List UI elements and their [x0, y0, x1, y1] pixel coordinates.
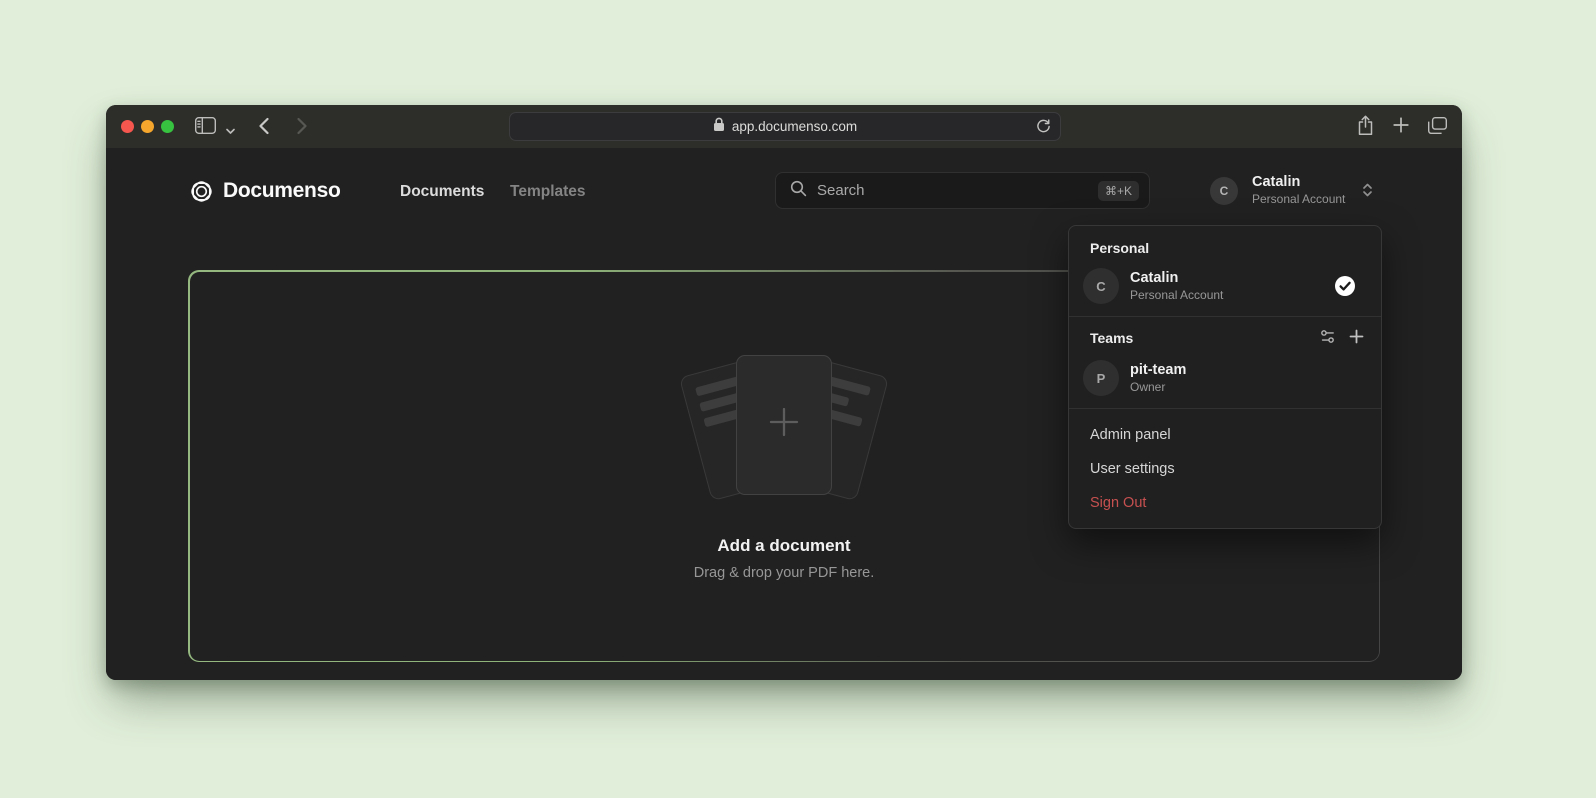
- account-subtitle: Personal Account: [1252, 192, 1345, 206]
- personal-section-label: Personal: [1069, 235, 1381, 265]
- chevron-up-down-icon[interactable]: [1361, 182, 1374, 203]
- search-input[interactable]: [817, 182, 1088, 199]
- dropzone-subtitle: Drag & drop your PDF here.: [694, 565, 875, 581]
- refresh-icon: [1036, 119, 1051, 137]
- back-button[interactable]: [258, 117, 270, 138]
- forward-chevron-icon: [296, 117, 308, 138]
- search-box[interactable]: ⌘+K: [775, 172, 1150, 209]
- menu-item-sign-out[interactable]: Sign Out: [1069, 486, 1381, 520]
- account-avatar[interactable]: C: [1210, 177, 1238, 205]
- sidebar-toggle-button[interactable]: [195, 117, 216, 137]
- search-icon: [790, 180, 807, 202]
- plus-icon: [1349, 329, 1364, 347]
- menu-item-admin-panel[interactable]: Admin panel: [1069, 418, 1381, 452]
- menu-divider: [1069, 408, 1381, 409]
- minimize-window-button[interactable]: [141, 120, 154, 133]
- dropzone-title: Add a document: [717, 536, 850, 556]
- teams-section-label: Teams: [1090, 330, 1133, 346]
- browser-toolbar: app.documenso.com: [106, 105, 1462, 148]
- brand-wordmark[interactable]: Documenso: [223, 179, 341, 203]
- personal-account-item[interactable]: C Catalin Personal Account: [1069, 265, 1381, 315]
- selected-check-icon: [1334, 275, 1356, 297]
- chevron-down-icon: [226, 123, 235, 138]
- search-shortcut-badge: ⌘+K: [1098, 181, 1139, 201]
- new-tab-button[interactable]: [1393, 117, 1409, 136]
- personal-subtitle: Personal Account: [1130, 288, 1223, 302]
- tabs-icon: [1428, 117, 1447, 137]
- manage-teams-button[interactable]: [1319, 328, 1336, 348]
- personal-name: Catalin: [1130, 270, 1223, 286]
- document-card-center: [736, 355, 832, 495]
- personal-avatar: C: [1083, 268, 1119, 304]
- url-text: app.documenso.com: [732, 119, 857, 134]
- teams-section-header: Teams: [1069, 326, 1381, 357]
- zoom-window-button[interactable]: [161, 120, 174, 133]
- plus-icon: [1393, 117, 1409, 136]
- forward-button[interactable]: [296, 117, 308, 138]
- add-team-button[interactable]: [1349, 329, 1364, 347]
- plus-icon: [766, 404, 802, 445]
- team-item[interactable]: P pit-team Owner: [1069, 357, 1381, 407]
- team-avatar: P: [1083, 360, 1119, 396]
- account-name: Catalin: [1252, 174, 1345, 190]
- browser-window: app.documenso.com: [106, 105, 1462, 680]
- refresh-button[interactable]: [1036, 119, 1051, 137]
- app-content: Documenso Documents Templates ⌘+K C Cata…: [106, 148, 1462, 680]
- nav-documents[interactable]: Documents: [400, 183, 484, 201]
- address-bar[interactable]: app.documenso.com: [509, 112, 1061, 141]
- back-chevron-icon: [258, 117, 270, 138]
- tab-group-chevron-button[interactable]: [226, 123, 235, 138]
- nav-templates[interactable]: Templates: [510, 183, 586, 201]
- tab-overview-button[interactable]: [1428, 117, 1447, 137]
- documenso-logo-icon[interactable]: [188, 178, 215, 210]
- account-dropdown-menu: Personal C Catalin Personal Account: [1068, 225, 1382, 529]
- menu-item-user-settings[interactable]: User settings: [1069, 452, 1381, 486]
- share-icon: [1357, 115, 1374, 139]
- desktop-background: app.documenso.com: [0, 0, 1596, 798]
- team-name: pit-team: [1130, 362, 1186, 378]
- document-stack-illustration: [678, 352, 890, 502]
- sidebar-icon: [195, 117, 216, 137]
- share-button[interactable]: [1357, 115, 1374, 139]
- toolbar-right-group: [1357, 105, 1447, 148]
- menu-divider: [1069, 316, 1381, 317]
- lock-icon: [713, 117, 725, 137]
- settings-sliders-icon: [1319, 328, 1336, 348]
- account-menu-trigger[interactable]: Catalin Personal Account: [1252, 174, 1345, 206]
- close-window-button[interactable]: [121, 120, 134, 133]
- team-role: Owner: [1130, 380, 1186, 394]
